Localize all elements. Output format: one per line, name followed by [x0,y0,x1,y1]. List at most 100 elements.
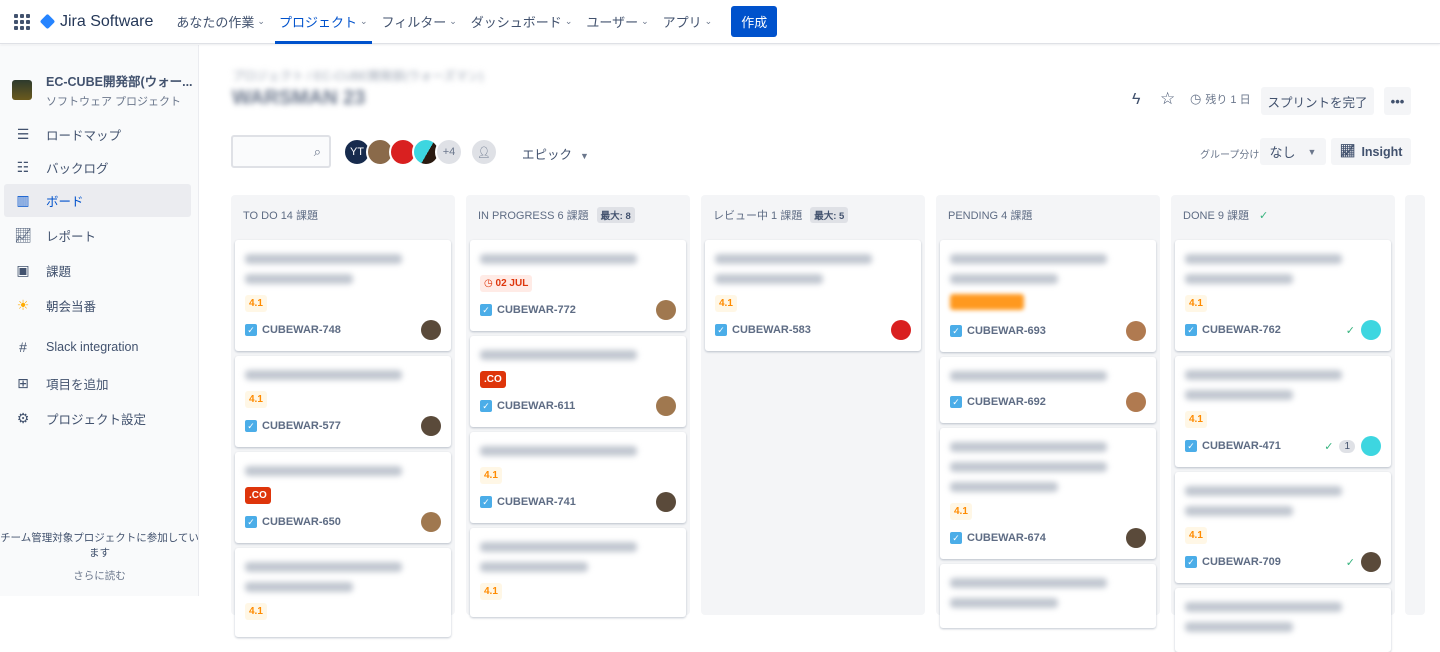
create-button[interactable]: 作成 [731,6,778,37]
chevron-down-icon: ⌄ [564,16,573,26]
complete-sprint-button[interactable]: スプリントを完了 [1261,87,1374,115]
assignee-avatar[interactable] [421,512,441,532]
nav-item[interactable]: ユーザー ⌄ [579,0,655,44]
card-label: 4.1 [245,391,267,408]
issue-key[interactable]: CUBEWAR-471 [1202,440,1324,452]
card-title-line [1185,622,1293,632]
assignee-avatar[interactable] [421,320,441,340]
issue-card[interactable]: 4.1 ✓ CUBEWAR-709 ✓ [1175,472,1391,583]
team-managed-notice: チーム管理対象プロジェクトに参加しています [0,532,199,559]
nav-item[interactable]: アプリ ⌄ [656,0,720,44]
issue-card[interactable]: ✓ CUBEWAR-693 [940,240,1156,352]
app-switcher-icon[interactable] [14,13,30,30]
jira-logo[interactable]: Jira Software [39,13,153,31]
insight-button[interactable]: 📈︎ Insight [1331,138,1411,165]
automation-icon[interactable]: ϟ [1132,91,1140,109]
top-navigation: Jira Software あなたの作業 ⌄ プロジェクト ⌄ フィルター ⌄ ダッシュボー… [0,0,1440,44]
sidebar-item[interactable]: ☀ 朝会当番 [4,289,191,322]
issue-card[interactable]: 4.1 ✓ CUBEWAR-762 ✓ [1175,240,1391,351]
issue-key[interactable]: CUBEWAR-741 [497,496,656,508]
card-label-text: 4.1 [484,470,498,481]
card-label-text: .CO [249,490,267,501]
star-icon[interactable]: ☆ [1160,89,1175,109]
assignee-avatar[interactable] [1126,528,1146,548]
sidebar-item[interactable]: ☰ ロードマップ [4,118,191,151]
assignee-avatar[interactable] [1361,320,1381,340]
board-search-input[interactable]: ⌕ [231,135,331,168]
card-label: 4.1 [245,295,267,312]
more-icon[interactable]: ••• [1384,87,1411,115]
clock-icon: ◷ [484,278,496,289]
card-label-text: 4.1 [1189,530,1203,541]
sidebar-item[interactable]: ⊞ 項目を追加 [4,367,191,400]
issue-card[interactable]: 4.1 [235,548,451,637]
column-header: TO DO 14 課題 [231,195,455,235]
issue-key[interactable]: CUBEWAR-611 [497,400,656,412]
assignee-avatar[interactable] [1361,436,1381,456]
group-by-select[interactable]: なし ▼ [1260,138,1326,165]
assignee-avatar[interactable] [1126,392,1146,412]
issue-card[interactable]: .CO ✓ CUBEWAR-650 [235,452,451,543]
done-check-icon: ✓ [1324,440,1334,453]
assignee-avatar[interactable] [891,320,911,340]
roadmap-icon: ☰ [16,126,30,142]
card-label: 4.1 [950,503,972,520]
add-person-icon[interactable]: 👤︎ [470,138,498,166]
card-label: 4.1 [1185,295,1207,312]
issue-card[interactable]: 4.1 ✓ CUBEWAR-471 ✓ 1 [1175,356,1391,467]
nav-item[interactable]: フィルター ⌄ [375,0,464,44]
card-title-line [950,274,1058,284]
issue-key[interactable]: CUBEWAR-577 [262,420,421,432]
sidebar-item[interactable]: ▣ 課題 [4,254,191,287]
nav-item[interactable]: ダッシュボード ⌄ [464,0,580,44]
card-title-line [715,254,872,264]
more-avatars[interactable]: +4 [435,138,463,166]
assignee-avatar[interactable] [1361,552,1381,572]
issue-key[interactable]: CUBEWAR-762 [1202,324,1346,336]
assignee-avatar[interactable] [1126,321,1146,341]
breadcrumb[interactable]: プロジェクト / EC-CUBE開発部(ウォーズマン) [232,67,483,84]
epic-filter[interactable]: エピック ▼ [522,144,589,163]
chevron-down-icon: ⌄ [704,16,713,26]
issue-card[interactable]: 4.1 ✓ CUBEWAR-748 [235,240,451,351]
issue-card[interactable]: 4.1 ✓ CUBEWAR-741 [470,432,686,523]
issue-card[interactable] [940,564,1156,628]
issue-card[interactable]: 4.1 ✓ CUBEWAR-674 [940,428,1156,559]
issue-card[interactable] [1175,588,1391,652]
assignee-avatar[interactable] [656,300,676,320]
nav-item[interactable]: プロジェクト ⌄ [272,0,375,44]
assignee-avatar[interactable] [421,416,441,436]
issue-key[interactable]: CUBEWAR-772 [497,304,656,316]
issue-card[interactable]: .CO ✓ CUBEWAR-611 [470,336,686,427]
issue-key[interactable]: CUBEWAR-583 [732,324,891,336]
assignee-avatar[interactable] [656,396,676,416]
column-title: レビュー中 1 課題 [713,210,803,222]
issue-key[interactable]: CUBEWAR-650 [262,516,421,528]
sidebar-item[interactable]: ▥ ボード [4,184,191,217]
card-title-line [245,254,402,264]
sidebar-item[interactable]: # Slack integration [4,330,191,363]
project-type: ソフトウェア プロジェクト [46,96,182,108]
assignee-avatar[interactable] [656,492,676,512]
issue-card[interactable]: 4.1 ✓ CUBEWAR-577 [235,356,451,447]
issue-card[interactable]: 4.1 ✓ CUBEWAR-583 [705,240,921,351]
read-more-link[interactable]: さらに読む [0,569,199,584]
board-column: DONE 9 課題 ✓ 4.1 ✓ CUBEWAR-762 ✓ 4.1 ✓ CUBEWAR-47… [1171,195,1395,652]
column-header: PENDING 4 課題 [936,195,1160,235]
sidebar-item[interactable]: ⚙ プロジェクト設定 [4,402,191,435]
sidebar-item[interactable]: ☷ バックログ [4,151,191,184]
project-header[interactable]: EC-CUBE開発部(ウォー... ソフトウェア プロジェクト [12,71,193,109]
issue-key[interactable]: CUBEWAR-709 [1202,556,1346,568]
task-checkbox-icon: ✓ [1185,324,1197,336]
nav-item[interactable]: あなたの作業 ⌄ [169,0,272,44]
issue-card[interactable]: ◷ 02 JUL ✓ CUBEWAR-772 [470,240,686,331]
issue-key[interactable]: CUBEWAR-674 [967,532,1126,544]
issue-card[interactable]: 4.1 [470,528,686,617]
issue-card[interactable]: ✓ CUBEWAR-692 [940,357,1156,423]
issue-key[interactable]: CUBEWAR-693 [967,325,1126,337]
card-title-line [245,274,353,284]
sidebar-item[interactable]: 📈︎ レポート [4,219,191,252]
issue-key[interactable]: CUBEWAR-748 [262,324,421,336]
sidebar-item-label: ロードマップ [46,129,122,143]
issue-key[interactable]: CUBEWAR-692 [967,396,1126,408]
